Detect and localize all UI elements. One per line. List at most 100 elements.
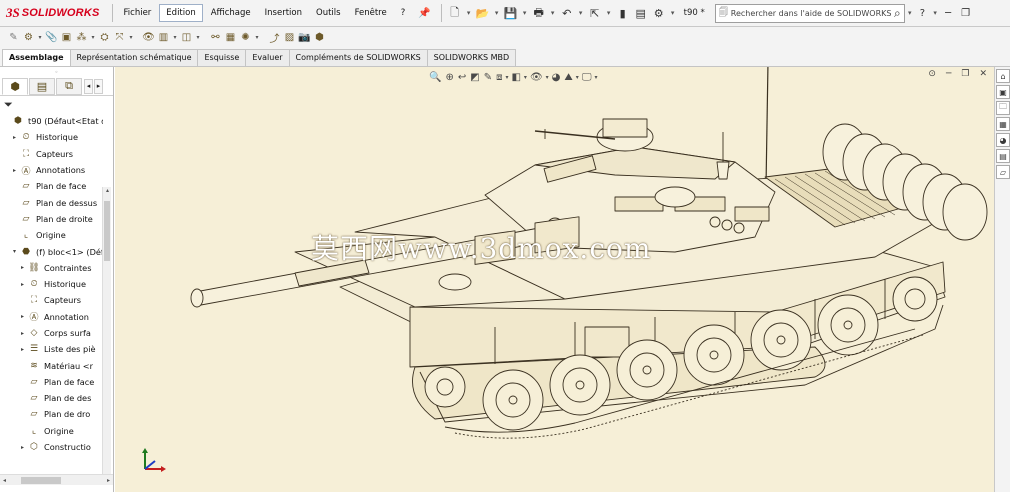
tree-item[interactable]: ▱ Plan de dro <box>0 406 103 422</box>
tree-item[interactable]: ▾ ⬣ (f) bloc<1> (Déf <box>0 243 103 259</box>
open-folder-icon[interactable]: 📂 <box>475 3 491 23</box>
view-settings-dropdown-icon[interactable]: ▾ <box>594 74 597 81</box>
undo-icon[interactable]: ↶ <box>559 3 575 23</box>
print-dropdown-icon[interactable]: ▾ <box>549 3 557 23</box>
tree-vertical-scrollbar[interactable]: ▴ <box>102 187 111 477</box>
solidworks-resources-icon[interactable]: ⌂ <box>996 69 1010 83</box>
insert-components-dropdown-icon[interactable]: ▾ <box>37 31 43 45</box>
tree-item[interactable]: ▸ Ⓐ Annotations <box>0 162 103 178</box>
help-dropdown-icon[interactable]: ▾ <box>931 3 939 23</box>
open-dropdown-icon[interactable]: ▾ <box>493 3 501 23</box>
tree-expander-icon[interactable]: ▸ <box>18 281 27 288</box>
reference-geometry-dropdown-icon[interactable]: ▾ <box>195 31 201 45</box>
select-dropdown-icon[interactable]: ▾ <box>605 3 613 23</box>
tree-expander-icon[interactable]: ▾ <box>10 248 19 255</box>
scroll-thumb[interactable] <box>21 476 61 484</box>
reference-geometry-icon[interactable]: ◫ <box>180 31 193 45</box>
move-component-icon[interactable]: ⤧ <box>113 31 126 45</box>
menu-edition[interactable]: Edition <box>159 4 203 22</box>
tree-expander-icon[interactable]: ▸ <box>18 346 27 353</box>
tab-complements-solidworks[interactable]: Compléments de SOLIDWORKS <box>288 49 428 66</box>
viewport-options-icon[interactable]: ⊙ <box>928 69 936 79</box>
pane-grip-icon[interactable]: ◦ <box>0 67 113 77</box>
restore-icon[interactable]: ❐ <box>956 8 975 19</box>
insert-components-icon[interactable]: ⚙ <box>22 31 35 45</box>
tab-solidworks-mbd[interactable]: SOLIDWORKS MBD <box>426 49 517 66</box>
tree-item[interactable]: ⌞ Origine <box>0 227 103 243</box>
tank-model-wireframe[interactable] <box>115 67 994 492</box>
menu-fichier[interactable]: Fichier <box>118 5 158 21</box>
search-dropdown-icon[interactable]: ▾ <box>906 3 914 23</box>
tree-item[interactable]: ▸ ⬡ Constructio <box>0 439 103 455</box>
hide-show-dropdown-icon[interactable]: ▾ <box>546 74 549 81</box>
tree-horizontal-scrollbar[interactable]: ◂ ▸ <box>0 474 113 485</box>
view-palette-icon[interactable]: ▦ <box>996 117 1010 131</box>
property-manager-tab-icon[interactable]: ▤ <box>29 77 55 95</box>
section-view-icon[interactable]: ◩ <box>470 72 479 83</box>
previous-view-icon[interactable]: ↩ <box>458 72 466 83</box>
menu-insertion[interactable]: Insertion <box>259 5 308 21</box>
tree-expander-icon[interactable]: ▸ <box>18 313 27 320</box>
viewport-minimize-icon[interactable]: ─ <box>946 69 951 79</box>
tree-item[interactable]: ▱ Plan de droite <box>0 211 103 227</box>
display-style-icon[interactable]: ◧ <box>511 72 520 83</box>
viewport-close-icon[interactable]: ✕ <box>979 69 987 79</box>
custom-properties-icon[interactable]: ▤ <box>996 149 1010 163</box>
print-icon[interactable]: 🖶 <box>531 3 547 23</box>
help-question-icon[interactable]: ? <box>915 8 930 19</box>
menu-affichage[interactable]: Affichage <box>205 5 257 21</box>
exploded-view-dropdown-icon[interactable]: ▾ <box>254 31 260 45</box>
select-cursor-icon[interactable]: ⇱ <box>587 3 603 23</box>
undo-dropdown-icon[interactable]: ▾ <box>577 3 585 23</box>
smart-fasteners-icon[interactable]: ⛭ <box>98 31 111 45</box>
scroll-right-icon[interactable]: ▸ <box>104 477 113 484</box>
view-orientation-icon[interactable]: ⧈ <box>496 72 502 83</box>
help-search-input[interactable]: 🗐 Rechercher dans l'aide de SOLIDWORKS ⌕ <box>714 3 905 23</box>
forum-icon[interactable]: ▱ <box>996 165 1010 179</box>
zoom-to-area-icon[interactable]: ⊕ <box>445 72 453 83</box>
search-icon[interactable]: ⌕ <box>894 6 901 21</box>
assembly-features-icon[interactable]: ▥ <box>157 31 170 45</box>
tree-expander-icon[interactable]: ▸ <box>18 264 27 271</box>
new-motion-study-icon[interactable]: ⚯ <box>209 31 222 45</box>
tree-expander-icon[interactable]: ▸ <box>10 134 19 141</box>
save-dropdown-icon[interactable]: ▾ <box>521 3 529 23</box>
tree-item[interactable]: ▸ ⏲ Historique <box>0 276 103 292</box>
tree-expander-icon[interactable]: ▸ <box>18 444 27 451</box>
solidworks-logo[interactable]: 3S SOLIDWORKS <box>0 0 108 27</box>
tab-esquisse[interactable]: Esquisse <box>197 49 247 66</box>
tree-item[interactable]: ⛶ Capteurs <box>0 292 103 308</box>
tab-assemblage[interactable]: Assemblage <box>2 49 71 66</box>
pin-menu-icon[interactable]: 📌 <box>412 8 436 19</box>
feature-tree-tab-icon[interactable]: ⬢ <box>2 77 28 95</box>
apply-scene-dropdown-icon[interactable]: ▾ <box>576 74 579 81</box>
dynamic-annotation-icon[interactable]: ✎ <box>484 72 492 83</box>
mate-paperclip-icon[interactable]: 📎 <box>45 31 58 45</box>
tree-item[interactable]: ⬢ t90 (Défaut<Etat d'a <box>0 113 103 129</box>
file-properties-icon[interactable]: ▤ <box>633 3 649 23</box>
tree-item[interactable]: ▸ ☰ Liste des piè <box>0 341 103 357</box>
update-speedpak-icon[interactable]: ▨ <box>283 31 296 45</box>
design-library-icon[interactable]: ▣ <box>996 85 1010 99</box>
zoom-to-fit-icon[interactable]: 🔍 <box>429 72 441 83</box>
traffic-light-icon[interactable]: ▮ <box>615 3 631 23</box>
tree-item[interactable]: ≋ Matériau <r <box>0 357 103 373</box>
assembly-features-dropdown-icon[interactable]: ▾ <box>172 31 178 45</box>
appearances-scenes-icon[interactable]: ◕ <box>996 133 1010 147</box>
save-icon[interactable]: 💾 <box>503 3 519 23</box>
exploded-view-icon[interactable]: ✺ <box>239 31 252 45</box>
move-dropdown-icon[interactable]: ▾ <box>128 31 134 45</box>
tree-item[interactable]: ▱ Plan de face <box>0 178 103 194</box>
apply-scene-icon[interactable]: ⛰ <box>564 72 572 83</box>
menu-help[interactable]: ? <box>395 5 412 21</box>
new-document-icon[interactable]: 🗋 <box>447 3 463 23</box>
edit-appearance-icon[interactable]: ◕ <box>552 72 561 83</box>
bill-of-materials-icon[interactable]: ▦ <box>224 31 237 45</box>
large-assembly-mode-icon[interactable]: ⬢ <box>313 31 326 45</box>
tree-item[interactable]: ⛶ Capteurs <box>0 146 103 162</box>
tree-item[interactable]: ▸ ⏲ Historique <box>0 129 103 145</box>
menu-outils[interactable]: Outils <box>310 5 347 21</box>
edit-component-icon[interactable]: ✎ <box>7 31 20 45</box>
linear-pattern-icon[interactable]: ⁂ <box>75 31 88 45</box>
tab-scroll-left-icon[interactable]: ◂ <box>84 78 93 94</box>
